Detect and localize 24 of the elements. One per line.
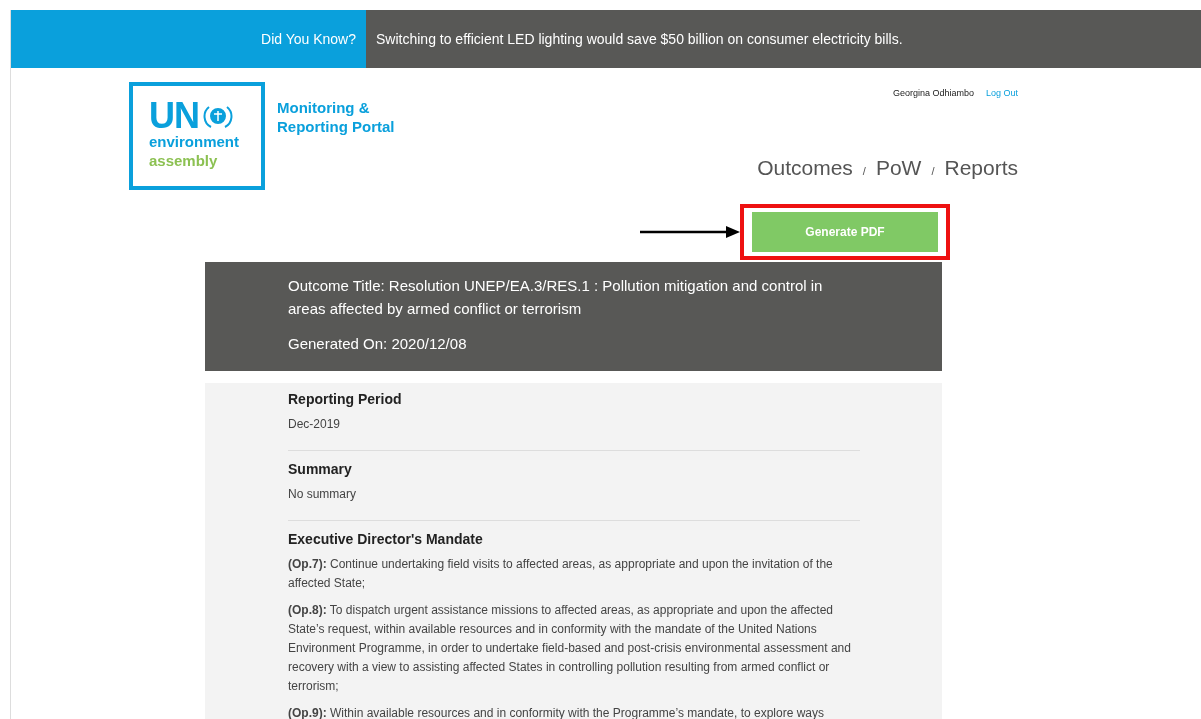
nav-link[interactable]: Outcomes [757, 156, 853, 180]
nav-separator: / [862, 165, 866, 177]
arrow-icon [640, 226, 740, 238]
nav-link[interactable]: PoW [875, 156, 922, 180]
logo-subtext: assembly [149, 151, 219, 170]
section-text: No summary [288, 486, 357, 503]
banner-label: Did You Know? [261, 31, 356, 47]
nav-separator: / [931, 165, 935, 177]
user-name: Georgina Odhiambo [892, 88, 974, 98]
generated-date: Generated On: 2020/12/08 [288, 334, 468, 354]
portal-title: Reporting Portal [277, 117, 396, 136]
portal-title: Monitoring & [277, 98, 371, 117]
logo-acronym: UN [149, 100, 199, 132]
section-text: (Op.9): Within available resources and in conformity with the Programme’s mandate, to explore ways [288, 705, 825, 719]
section-text: Dec-2019 [288, 416, 342, 433]
section-text: (Op.7): Continue undertaking field visits to affected areas, as appropriate and upon the invitation of the affected State; [288, 556, 834, 592]
section-heading: Summary [288, 461, 353, 477]
logo-text: environment [149, 132, 240, 151]
section-heading: Executive Director's Mandate [288, 531, 484, 547]
banner-message: Switching to efficient LED lighting would save $50 billion on consumer electricity bills. [376, 31, 903, 47]
outcome-title: Outcome Title: Resolution UNEP/EA.3/RES.1 : Pollution mitigation and control in areas affected by armed conflict or terrorism [288, 276, 824, 319]
section-text: (Op.8): To dispatch urgent assistance missions to affected areas, as appropriate and upon the affected State’s request, within available resources and in conformity with the mandate of the United Nations Environment Programme, in order to undertake field-based and post-crisis environmental assessment and recovery with a view to assisting affected States in controlling pollution resulting from armed conflict or terrorism; [288, 602, 852, 695]
section-heading: Reporting Period [288, 391, 403, 407]
nav-link[interactable]: Reports [944, 156, 1018, 180]
